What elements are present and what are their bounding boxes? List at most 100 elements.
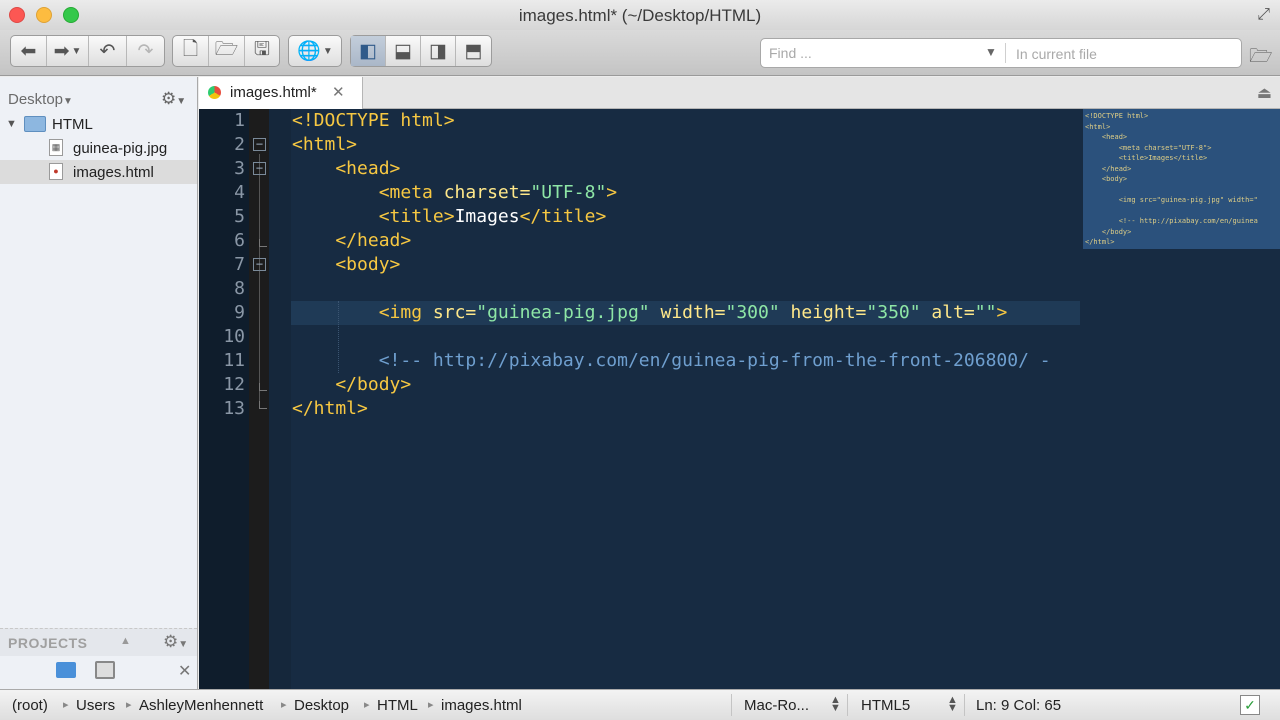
code-line: <img src="guinea-pig.jpg" width="300" he… (292, 301, 1008, 325)
code-token: alt= (920, 302, 975, 323)
breadcrumb-item[interactable]: (root) (12, 697, 48, 714)
projects-header[interactable]: PROJECTS ▲ ⚙▼ (0, 628, 197, 656)
line-number: 3 (234, 158, 245, 179)
close-icon[interactable]: ✕ (332, 83, 345, 101)
code-editor[interactable]: 1 2 3 4 5 6 7 8 9 10 11 12 13 − − − <!DOCTYPE html> <… (199, 109, 1280, 689)
line-number: 4 (234, 182, 245, 203)
tree-file-images-html[interactable]: ● images.html (0, 160, 197, 184)
fold-toggle-html[interactable]: − (253, 138, 266, 151)
tab-images-html[interactable]: images.html* ✕ (199, 77, 363, 109)
fold-toggle-head[interactable]: − (253, 162, 266, 175)
find-scope-field[interactable]: In current file (1016, 46, 1097, 62)
code-line: </body> (292, 373, 411, 397)
minimap[interactable]: <!DOCTYPE html> <html> <head> <meta chars… (1083, 109, 1280, 249)
close-icon[interactable]: ✕ (178, 661, 191, 681)
minimap-line: <title>Images</title> (1085, 154, 1208, 162)
folder-icon[interactable] (56, 662, 76, 678)
code-token: <head> (292, 158, 401, 179)
breadcrumb-item[interactable]: images.html (441, 697, 522, 714)
tab-bar: images.html* ✕ ⏏ (199, 77, 1280, 109)
breadcrumb-separator: ▸ (281, 699, 287, 711)
fullscreen-icon[interactable]: ⤢ (1257, 6, 1270, 24)
new-file-icon[interactable]: 🗋 (173, 36, 209, 66)
line-number: 11 (223, 350, 245, 371)
editor-margin (269, 109, 291, 689)
tree-folder-html[interactable]: ▼ HTML (0, 112, 197, 136)
breadcrumb-item[interactable]: Desktop (294, 697, 349, 714)
code-line: <body> (292, 253, 400, 277)
breadcrumb-item[interactable]: Users (76, 697, 115, 714)
window-title: images.html* (~/Desktop/HTML) (518, 6, 762, 25)
gear-icon[interactable]: ⚙▼ (161, 89, 186, 109)
status-divider (964, 694, 965, 716)
code-line: <meta charset="UTF-8"> (292, 181, 617, 205)
breadcrumb-item[interactable]: AshleyMenhennett (139, 697, 263, 714)
line-number-gutter: 1 2 3 4 5 6 7 8 9 10 11 12 13 (199, 109, 249, 689)
arrow-right-icon[interactable]: ➡ ▼ (47, 36, 89, 66)
chevron-down-icon[interactable]: ▼ (985, 45, 997, 59)
gear-icon[interactable]: ⚙▼ (163, 632, 188, 652)
sidebar-location-menu[interactable]: Desktop▼ (8, 91, 73, 108)
code-line: <!-- http://pixabay.com/en/guinea-pig-fr… (292, 349, 1051, 373)
folder-icon[interactable]: 🗁 (1249, 42, 1273, 74)
breadcrumb-item[interactable]: HTML (377, 697, 418, 714)
save-icon[interactable]: 🖫 (245, 36, 279, 66)
code-line: <html> (292, 133, 357, 157)
fold-guide (259, 154, 260, 404)
file-sidebar: Desktop▼ ⚙▼ ▼ HTML ▦ guinea-pig.jpg ● im… (0, 77, 198, 689)
right-panel-icon[interactable]: ◨ (421, 36, 456, 66)
tree-file-guinea-pig[interactable]: ▦ guinea-pig.jpg (0, 136, 197, 160)
fold-end-marker (259, 383, 267, 391)
code-token: height= (779, 302, 867, 323)
tree-file-label: guinea-pig.jpg (73, 139, 168, 157)
preview-group: 🌐 ▼ (288, 35, 342, 67)
undo-icon[interactable]: ↶ (89, 36, 127, 66)
cursor-position: Ln: 9 Col: 65 (976, 697, 1062, 714)
tree-folder-label: HTML (52, 115, 93, 133)
minimap-line: </head> (1085, 164, 1132, 173)
html-file-icon: ● (49, 163, 63, 180)
code-token: </head> (292, 230, 412, 251)
split-view-icon[interactable]: ⬒ (456, 36, 491, 66)
code-line: </head> (292, 229, 411, 253)
sidebar-toggle-icon[interactable]: ◧ (351, 36, 386, 66)
syntax-check-icon[interactable]: ✓ (1240, 695, 1260, 715)
breadcrumb-separator: ▸ (364, 699, 370, 711)
arrow-left-icon[interactable]: ⬅ (11, 36, 47, 66)
folder-icon (24, 116, 46, 132)
globe-icon[interactable]: 🌐 ▼ (289, 36, 341, 66)
file-group: 🗋 🗁 🖫 (172, 35, 280, 67)
open-folder-icon[interactable]: 🗁 (209, 36, 245, 66)
find-bar: ▼ In current file (760, 38, 1242, 68)
chevron-up-icon[interactable]: ▲ (120, 635, 131, 647)
fold-end-marker (259, 239, 267, 247)
code-token: "UTF-8" (530, 182, 607, 203)
line-number: 8 (234, 278, 245, 299)
bottom-panel-icon[interactable]: ⬓ (386, 36, 421, 66)
line-number: 9 (234, 302, 245, 323)
minimap-line: <body> (1085, 175, 1128, 183)
redo-icon[interactable]: ↷ (127, 36, 164, 66)
code-token: <!-- http://pixabay.com/en/guinea-pig-fr… (292, 350, 1051, 371)
layout-group: ◧ ⬓ ◨ ⬒ (350, 35, 492, 67)
code-token: Images (454, 206, 520, 227)
up-down-arrows-icon[interactable]: ▲ ▼ (830, 695, 841, 714)
image-file-icon: ▦ (49, 139, 63, 156)
fold-end-marker (259, 401, 267, 409)
minimap-line: <html> (1085, 122, 1111, 131)
find-input[interactable] (769, 45, 969, 61)
line-number: 7 (234, 254, 245, 275)
tab-menu-icon[interactable]: ⏏ (1257, 83, 1272, 103)
encoding-selector[interactable]: Mac-Ro... (744, 697, 809, 714)
disclosure-triangle-icon[interactable]: ▼ (6, 118, 17, 130)
minimap-line: <img src="guinea-pig.jpg" width=" (1085, 196, 1258, 204)
copy-icon[interactable] (95, 661, 115, 679)
code-token: <meta (292, 182, 444, 203)
code-token: "350" (866, 302, 921, 323)
up-down-arrows-icon[interactable]: ▲ ▼ (947, 695, 958, 714)
doctype-selector[interactable]: HTML5 (861, 697, 910, 714)
line-number: 1 (234, 110, 245, 131)
code-token: <!DOCTYPE html> (292, 110, 455, 131)
code-token: width= (649, 302, 726, 323)
fold-toggle-body[interactable]: − (253, 258, 266, 271)
